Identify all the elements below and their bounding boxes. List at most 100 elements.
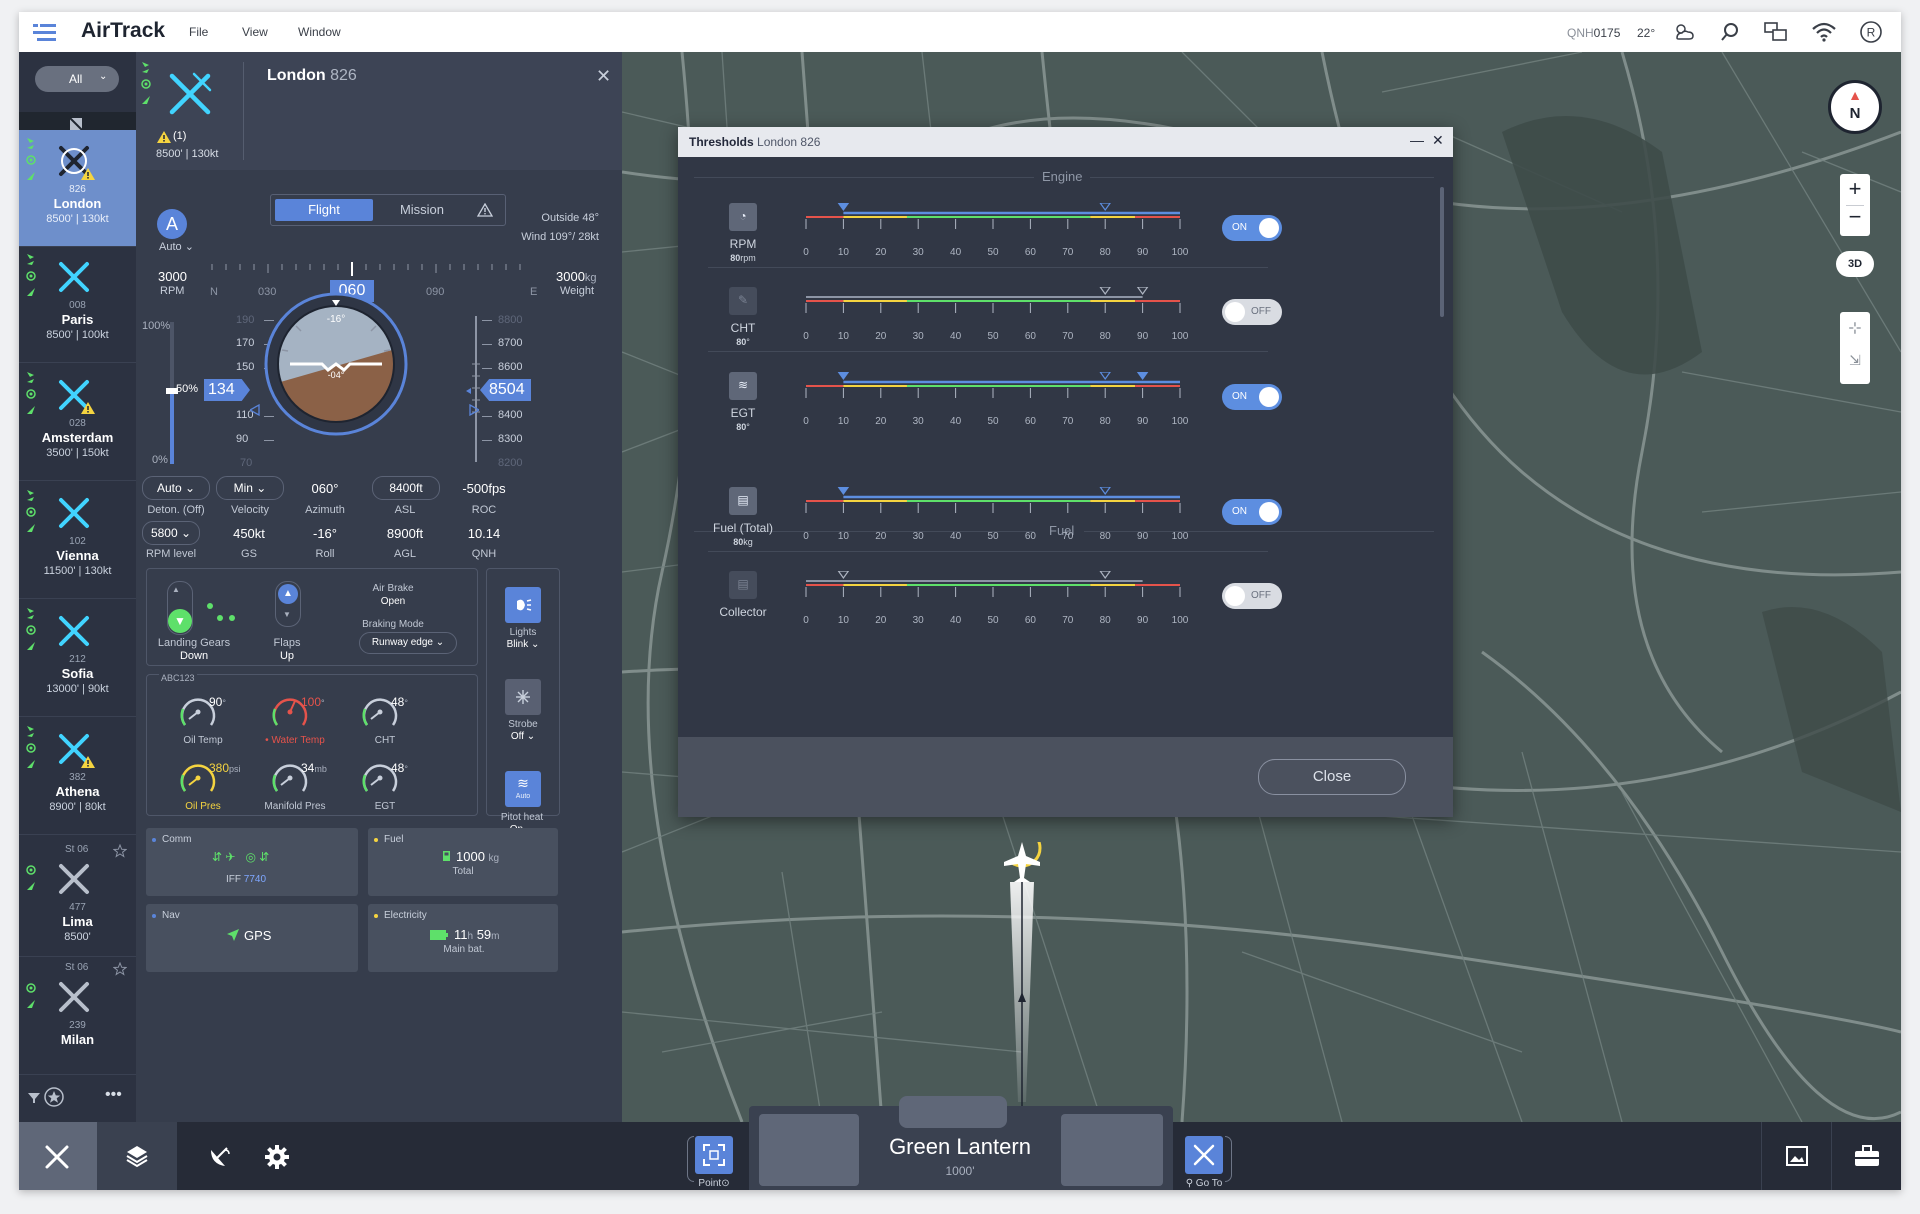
next-aircraft-slot[interactable] [1061,1114,1163,1186]
nav-card[interactable]: Nav GPS [146,904,358,972]
threshold-name: CHT [730,321,756,335]
toolbox-button[interactable] [1831,1122,1901,1190]
zoom-in-button[interactable]: + [1840,176,1870,202]
threshold-value: 80kg [733,537,753,547]
favorite-star-icon[interactable] [113,844,127,858]
scale-tick-label: 50 [987,531,999,542]
menu-icon[interactable] [33,22,57,42]
tab-mission[interactable]: Mission [373,199,471,221]
collector-icon: ▤ [729,571,757,599]
threshold-toggle[interactable]: OFF [1222,583,1282,609]
menu-window[interactable]: Window [298,25,341,39]
prev-aircraft-slot[interactable] [759,1114,859,1186]
user-avatar-icon[interactable]: R [1859,20,1883,44]
throttle-mid-label: 50% [176,383,199,395]
menu-file[interactable]: File [189,25,208,39]
favorite-star-icon[interactable] [43,1086,65,1108]
satellite-dish-icon[interactable] [207,1144,233,1170]
threshold-toggle[interactable]: ON [1222,215,1282,241]
warning-icon [81,756,95,768]
braking-mode-dropdown[interactable]: Runway edge ⌄ [359,632,457,654]
engine-gauge[interactable]: 34mb Manifold Pres [253,755,349,819]
crosshair-icon[interactable]: ⊹ [1840,318,1870,338]
weather-icon[interactable] [1671,20,1697,44]
flaps-switch[interactable]: ▲ ▼ [275,581,301,627]
aircraft-list-item[interactable]: 212 Sofia 13000' | 90kt [19,600,136,717]
tab-flight[interactable]: Flight [275,199,373,221]
cht-icon: ✎ [729,287,757,315]
compass-button[interactable]: ▲ N [1828,80,1882,134]
gallery-button[interactable] [1761,1122,1832,1190]
aircraft-list-item[interactable]: 028 Amsterdam 3500' | 150kt [19,364,136,481]
aircraft-code: 008 [69,300,86,311]
comm-card[interactable]: Comm ⇵ ✈ ◎ ⇵ IFF 7740 [146,828,358,896]
search-icon[interactable] [1719,21,1741,43]
strobe-label: Strobe [508,719,538,730]
detonation-dropdown[interactable]: Auto ⌄ [142,476,210,500]
minimize-icon[interactable]: — [1410,132,1424,148]
velocity-dropdown[interactable]: Min ⌄ [216,476,284,500]
aircraft-list-item[interactable]: 102 Vienna 11500' | 130kt [19,482,136,599]
threshold-toggle[interactable]: ON [1222,499,1282,525]
lights-button[interactable] [505,587,541,623]
lights-column: Lights Blink ⌄ Strobe Off ⌄ ≋ Auto [486,568,560,816]
aircraft-list-item[interactable]: 826 London 8500' | 130kt [19,130,136,247]
filter-icon[interactable] [27,1090,41,1104]
engine-gauge[interactable]: 380psi Oil Pres [161,755,257,819]
filter-dropdown[interactable]: All ⌄ [35,66,119,92]
engine-gauge[interactable]: 48° CHT [343,689,439,753]
more-icon[interactable]: ••• [105,1086,122,1104]
layers-button[interactable] [97,1122,177,1190]
aircraft-name: Athena [55,784,100,799]
landing-gear-switch[interactable]: ▲ ▼ [167,581,193,635]
rpm-value: 3000 [158,269,187,284]
signal-status-icons [26,138,36,180]
goto-button[interactable] [1185,1136,1223,1174]
scale-tick-label: 60 [1024,615,1036,626]
screens-icon[interactable] [1763,20,1789,44]
menu-view[interactable]: View [242,25,268,39]
threshold-toggle[interactable]: OFF [1222,299,1282,325]
weight-value: 3000kg [556,269,597,284]
aircraft-list-item[interactable]: 382 Athena 8900' | 80kt [19,718,136,835]
rpm-level-dropdown[interactable]: 5800 ⌄ [142,521,200,545]
compass-label: N [1849,105,1861,122]
strobe-dropdown[interactable]: Off ⌄ [487,731,559,742]
zoom-out-button[interactable]: − [1840,204,1870,230]
favorite-star-icon[interactable] [113,962,127,976]
scale-tick-label: 80 [1099,416,1111,427]
point-button[interactable] [695,1136,733,1174]
throttle-handle[interactable] [166,388,178,394]
dialog-header: Thresholds London 826 — ✕ [678,127,1453,157]
close-button[interactable]: Close [1258,759,1406,795]
close-panel-icon[interactable]: ✕ [596,66,611,87]
3d-toggle-button[interactable]: 3D [1836,251,1874,277]
scrollbar[interactable] [1440,187,1444,317]
engine-gauge[interactable]: 90° Oil Temp [161,689,257,753]
gear-icon[interactable] [264,1144,290,1170]
gear-indicator-light [217,615,223,621]
autopilot-mode-dropdown[interactable]: Auto ⌄ [159,240,194,253]
engine-gauge[interactable]: 48° EGT [343,755,439,819]
strobe-button[interactable] [505,679,541,715]
collapse-icon[interactable] [69,117,83,131]
engine-gauge[interactable]: 100° • Water Temp [253,689,349,753]
autopilot-mode-badge[interactable]: A [157,209,187,239]
aircraft-list-item[interactable]: 008 Paris 8500' | 100kt [19,246,136,363]
wifi-icon[interactable] [1811,21,1837,43]
close-dialog-icon[interactable]: ✕ [1432,132,1444,149]
electricity-card[interactable]: Electricity 11h 59m Main bat. [368,904,558,972]
panel-handle[interactable] [899,1096,1007,1128]
aircraft-list-item[interactable]: St 06 477 Lima 8500' [19,840,136,957]
measure-icon[interactable]: ⇲ [1840,352,1870,369]
aircraft-mode-button[interactable] [19,1122,97,1190]
asl-field[interactable]: 8400ft [372,476,440,500]
fuel-card[interactable]: Fuel 1000 kg Total [368,828,558,896]
pitot-heat-button[interactable]: ≋ Auto [505,771,541,807]
chevron-down-icon: ⌄ [99,71,108,82]
aircraft-code: 212 [69,654,86,665]
threshold-toggle[interactable]: ON [1222,384,1282,410]
lights-dropdown[interactable]: Blink ⌄ [487,639,559,650]
aircraft-list-item[interactable]: St 06 239 Milan [19,958,136,1075]
aircraft-icon [59,498,89,528]
